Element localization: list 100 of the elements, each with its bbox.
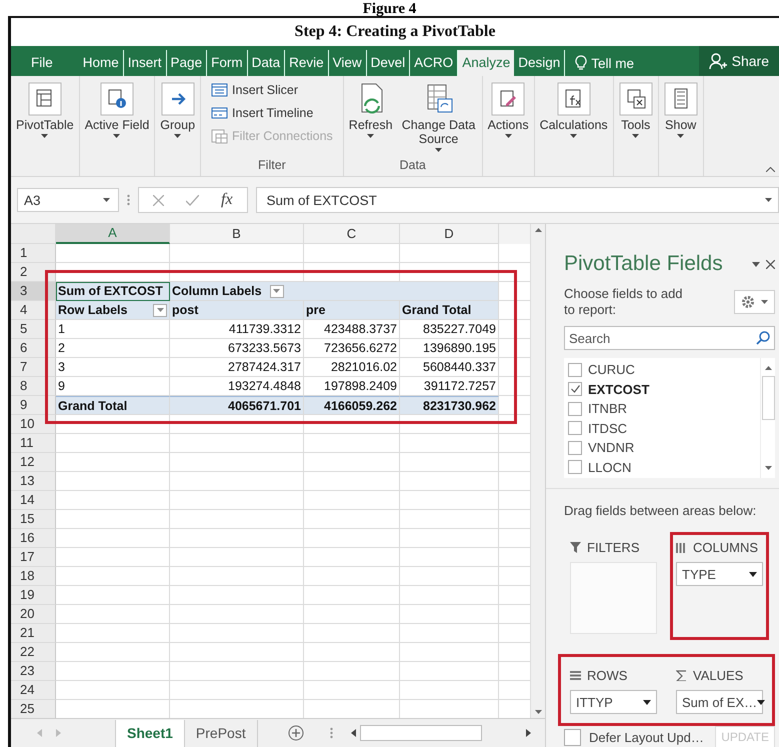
row-header[interactable]: 16 [11,529,56,548]
table-cell: Column Labels [170,282,499,301]
pane-title: PivotTable Fields [564,252,723,276]
checkbox[interactable] [568,382,582,396]
field-item[interactable]: ITNBR [568,399,756,418]
field-item[interactable]: LLOCN [568,458,756,477]
row-header[interactable]: 23 [11,662,56,681]
lightbulb-icon [575,55,588,71]
ribbon-button[interactable]: Insert Slicer [211,80,333,100]
vertical-scrollbar[interactable] [760,358,775,478]
row-header[interactable]: 6 [11,339,56,358]
caret-icon [765,198,772,202]
caret-icon [761,300,768,304]
checkbox[interactable] [568,440,582,455]
down-arrow-icon [764,466,772,470]
ribbon-button[interactable]: Group [157,80,198,158]
ribbon-button[interactable]: Active Field [82,80,152,158]
row-header[interactable]: 11 [11,434,56,453]
share-button[interactable]: Share [698,46,779,76]
filter-button[interactable] [270,284,284,298]
sheet-tab[interactable]: PrePost [184,720,258,746]
drop-area[interactable] [570,562,657,634]
row-header[interactable]: 17 [11,548,56,567]
column-header[interactable]: A [56,224,170,244]
ribbon-tab[interactable]: File [19,50,65,76]
formula-field[interactable]: Sum of EXTCOST [256,187,779,213]
row-header[interactable]: 25 [11,700,56,718]
filter-button[interactable] [153,304,167,316]
checkbox[interactable] [568,421,582,436]
vertical-scrollbar[interactable] [530,224,545,718]
row-header[interactable]: 18 [11,567,56,586]
grip-icon [127,194,130,206]
row-header[interactable]: 14 [11,491,56,510]
field-dropdown[interactable]: Sum of EX… [676,690,763,714]
area-label: COLUMNS [693,540,758,554]
row-header[interactable]: 12 [11,453,56,472]
row-header[interactable]: 3 [11,282,56,301]
checkbox[interactable] [568,362,582,377]
field-item[interactable]: CURUC [568,360,756,380]
ribbon-button[interactable]: Tools [616,80,656,158]
row-header[interactable]: 13 [11,472,56,491]
tell-me-box[interactable]: Tell me [575,50,634,76]
ribbon-button[interactable]: Insert Timeline [211,103,333,123]
row-header[interactable]: 8 [11,377,56,396]
ribbon-button[interactable]: PivotTable [13,80,77,158]
close-icon[interactable] [766,260,775,268]
select-all-button[interactable] [11,224,56,244]
row-header[interactable]: 20 [11,605,56,624]
area-label: FILTERS [587,540,640,554]
checkbox[interactable] [568,402,582,416]
row-header[interactable]: 15 [11,510,56,529]
ribbon-button[interactable]: Change Data Source [398,80,480,158]
checkbox[interactable] [568,460,582,474]
search-field[interactable]: Search [564,326,775,350]
row-header[interactable]: 9 [11,396,56,415]
right-arrow-icon[interactable] [56,729,61,737]
settings-button[interactable] [734,290,775,314]
ribbon-button[interactable]: Show [660,80,701,158]
ribbon-button[interactable]: Actions [484,80,532,158]
name-box[interactable]: A3 [17,188,119,212]
collapse-icon[interactable] [766,167,775,172]
caret-icon [643,700,651,704]
row-header[interactable]: 7 [11,358,56,377]
rows-icon [570,670,581,680]
field-dropdown[interactable]: TYPE [676,562,763,586]
ribbon-button[interactable]: Calculations [536,80,611,158]
row-header[interactable]: 19 [11,586,56,605]
group-label: Data [398,158,427,174]
ribbon-button[interactable]: Refresh [346,80,396,158]
field-dropdown[interactable]: ITTYP [570,690,657,714]
add-sheet-icon[interactable] [288,725,304,741]
field-item[interactable]: EXTCOST [568,380,756,399]
ribbon-tab[interactable]: Analyze [458,50,514,76]
table-icon [211,128,228,144]
check-icon[interactable] [186,194,199,206]
row-header[interactable]: 5 [11,320,56,339]
timeline-icon [211,106,228,120]
row-header[interactable]: 22 [11,643,56,662]
row-header[interactable]: 10 [11,415,56,434]
left-arrow-icon[interactable] [37,729,42,737]
field-item[interactable]: VNDNR [568,438,756,458]
checkbox[interactable] [564,728,581,746]
search-icon [756,331,770,345]
area-label: ROWS [587,668,628,682]
caret-icon[interactable] [752,262,760,266]
table-cell: post [170,301,304,320]
cancel-icon[interactable] [153,194,164,206]
insert-function-button[interactable]: fx [221,191,233,209]
up-arrow-icon [534,228,542,232]
down-arrow-icon [534,710,542,714]
sheet-tab[interactable]: Sheet1 [115,720,185,746]
horizontal-scrollbar[interactable] [351,725,531,741]
field-item[interactable]: ITDSC [568,418,756,438]
caret-icon [757,700,766,704]
row-header[interactable]: 21 [11,624,56,643]
person-plus-icon [708,52,727,70]
row-header[interactable]: 2 [11,263,56,282]
row-header[interactable]: 4 [11,301,56,320]
row-header[interactable]: 24 [11,681,56,700]
row-header[interactable]: 1 [11,244,56,263]
